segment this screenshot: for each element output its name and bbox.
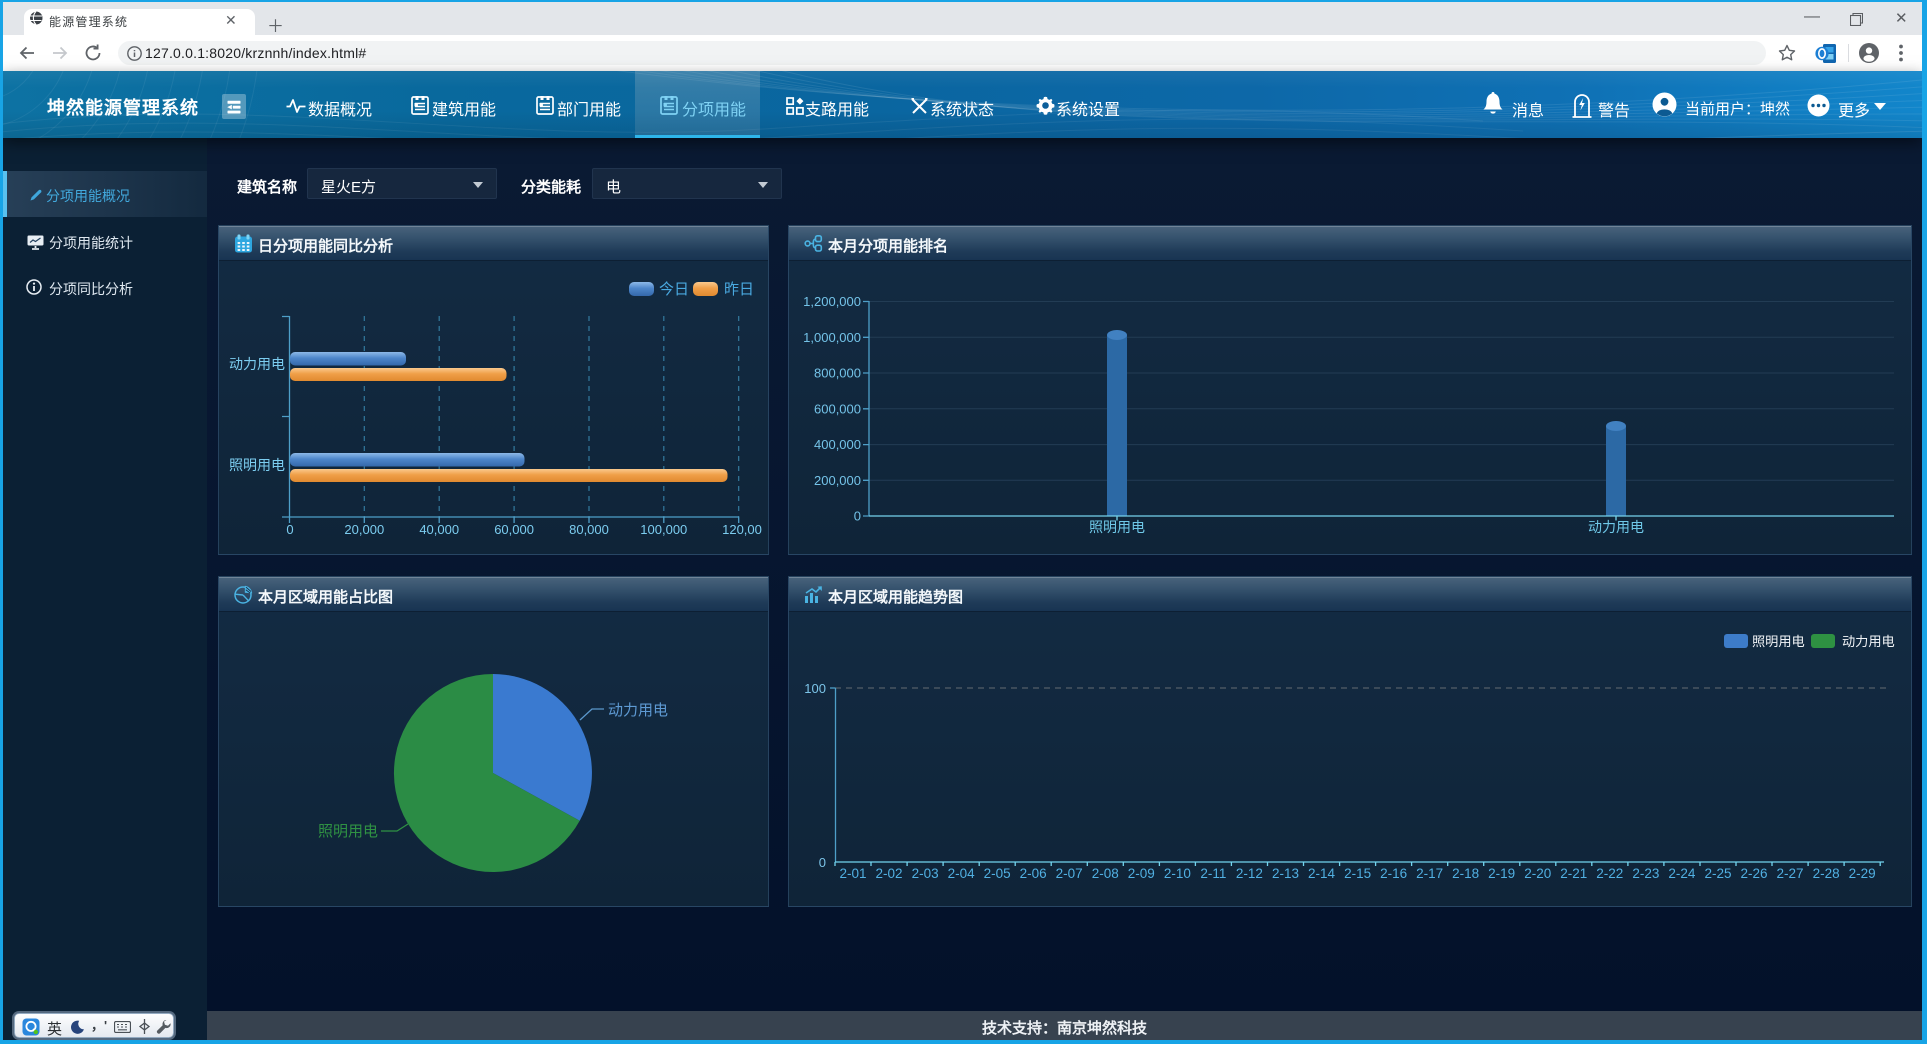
svg-text:120,00: 120,00 [722, 522, 762, 537]
svg-text:100: 100 [804, 681, 826, 696]
svg-text:动力用电: 动力用电 [1588, 519, 1644, 535]
svg-text:0: 0 [819, 855, 826, 870]
svg-text:动力用电: 动力用电 [229, 356, 285, 372]
svg-text:0: 0 [854, 509, 861, 524]
svg-text:2-21: 2-21 [1560, 866, 1587, 881]
svg-text:2-11: 2-11 [1200, 866, 1226, 881]
svg-text:2-14: 2-14 [1308, 866, 1336, 881]
svg-text:2-20: 2-20 [1524, 866, 1551, 881]
svg-text:2-03: 2-03 [912, 866, 939, 881]
svg-text:2-15: 2-15 [1344, 866, 1371, 881]
svg-text:1,200,000: 1,200,000 [803, 294, 861, 309]
svg-text:2-08: 2-08 [1092, 866, 1119, 881]
svg-text:2-01: 2-01 [839, 866, 866, 881]
svg-text:2-10: 2-10 [1164, 866, 1191, 881]
svg-text:2-29: 2-29 [1849, 866, 1876, 881]
svg-text:今日: 今日 [659, 281, 689, 298]
svg-text:2-28: 2-28 [1813, 866, 1840, 881]
svg-text:2-02: 2-02 [875, 866, 902, 881]
svg-text:60,000: 60,000 [494, 522, 534, 537]
svg-text:1,000,000: 1,000,000 [803, 330, 861, 345]
svg-text:40,000: 40,000 [419, 522, 459, 537]
svg-text:2-24: 2-24 [1668, 866, 1696, 881]
svg-text:2-18: 2-18 [1452, 866, 1479, 881]
svg-text:20,000: 20,000 [344, 522, 384, 537]
svg-text:800,000: 800,000 [814, 366, 861, 381]
svg-text:2-07: 2-07 [1056, 866, 1083, 881]
svg-text:2-19: 2-19 [1488, 866, 1515, 881]
svg-text:2-04: 2-04 [948, 866, 976, 881]
svg-text:2-16: 2-16 [1380, 866, 1407, 881]
svg-text:2-05: 2-05 [984, 866, 1011, 881]
svg-text:2-25: 2-25 [1704, 866, 1731, 881]
svg-text:80,000: 80,000 [569, 522, 609, 537]
svg-text:100,000: 100,000 [640, 522, 687, 537]
svg-text:2-09: 2-09 [1128, 866, 1155, 881]
svg-text:0: 0 [286, 522, 293, 537]
svg-text:2-23: 2-23 [1632, 866, 1659, 881]
svg-text:2-12: 2-12 [1236, 866, 1263, 881]
svg-text:照明用电: 照明用电 [1089, 519, 1145, 535]
svg-text:600,000: 600,000 [814, 401, 861, 416]
svg-text:2-13: 2-13 [1272, 866, 1299, 881]
svg-text:照明用电: 照明用电 [229, 457, 285, 473]
svg-text:昨日: 昨日 [724, 281, 754, 298]
svg-text:2-17: 2-17 [1416, 866, 1443, 881]
svg-text:200,000: 200,000 [814, 473, 861, 488]
svg-text:2-22: 2-22 [1596, 866, 1623, 881]
svg-text:2-27: 2-27 [1776, 866, 1803, 881]
svg-text:动力用电: 动力用电 [1842, 634, 1895, 649]
svg-text:照明用电: 照明用电 [1752, 634, 1805, 649]
svg-text:照明用电: 照明用电 [318, 823, 378, 840]
svg-text:400,000: 400,000 [814, 437, 861, 452]
svg-text:2-26: 2-26 [1740, 866, 1767, 881]
svg-text:2-06: 2-06 [1020, 866, 1047, 881]
svg-text:动力用电: 动力用电 [608, 702, 668, 719]
